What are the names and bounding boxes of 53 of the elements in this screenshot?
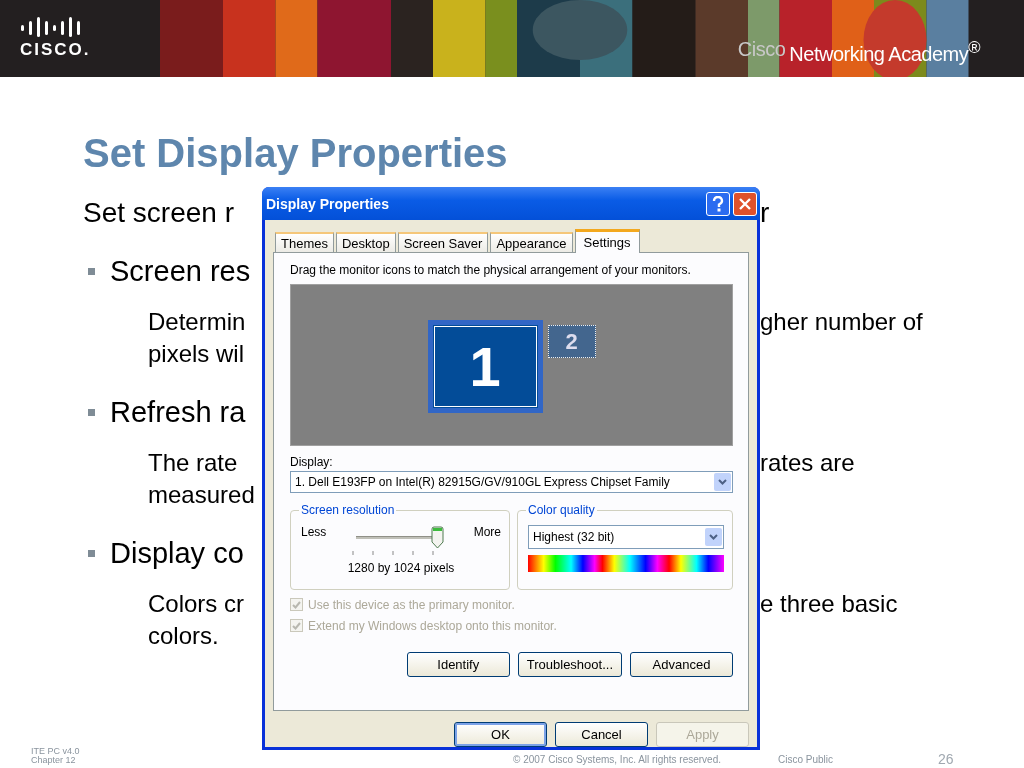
dialog-button[interactable]: OK (454, 722, 547, 747)
display-label: Display: (290, 455, 334, 469)
slide-text: pixels wil (148, 340, 245, 368)
tab[interactable]: Screen Saver (397, 232, 489, 252)
slide-text: Set screen r (83, 197, 234, 229)
action-button[interactable]: Troubleshoot... (517, 652, 622, 677)
chapter-label: Chapter 12 (31, 756, 77, 765)
bullet-icon (88, 549, 95, 557)
monitor-icon[interactable]: 1 (427, 320, 543, 413)
slide-text: Screen res (110, 254, 251, 288)
copyright-text: © 2007 Cisco Systems, Inc. All rights reserved. (512, 753, 722, 765)
slide-text: Refresh ra (110, 395, 246, 429)
slide-text: Determin (148, 308, 246, 336)
course-label: ITE PC v4.0 (31, 747, 81, 756)
help-icon (711, 195, 725, 212)
action-button[interactable]: Advanced (630, 652, 733, 677)
logo-wordmark: CISCO. (20, 40, 91, 60)
color-quality-dropdown[interactable]: Highest (32 bit) (528, 525, 724, 549)
tab[interactable]: Desktop (335, 232, 396, 252)
bullet-icon (88, 408, 95, 416)
slider-thumb[interactable] (431, 526, 444, 549)
group-title: Screen resolution (299, 503, 397, 517)
window-title: Display Properties (266, 195, 389, 212)
slide-text: measured (148, 481, 255, 509)
resolution-value: 1280 by 1024 pixels (346, 561, 456, 575)
classification-label: Cisco Public (778, 753, 835, 765)
slide-text: colors. (148, 622, 219, 650)
tab[interactable]: Settings (574, 229, 640, 253)
slide-text: The rate (148, 449, 238, 477)
slide-text: Colors cr (148, 590, 244, 618)
slide-text: rates are (760, 449, 855, 477)
checkbox-label: Use this device as the primary monitor. (308, 597, 515, 612)
bullet-icon (88, 267, 95, 275)
instruction-text: Drag the monitor icons to match the physical arrangement of your monitors. (290, 263, 692, 277)
action-button[interactable]: Identify (406, 652, 510, 677)
slide-text: e three basic (760, 590, 898, 618)
slide-text: r (760, 197, 770, 229)
group-title: Color quality (526, 503, 597, 517)
tab[interactable]: Themes (275, 232, 334, 252)
display-dropdown[interactable]: 1. Dell E193FP on Intel(R) 82915G/GV/910GL Express Chipset Family (290, 471, 733, 493)
close-icon (739, 197, 751, 210)
page-number: 26 (938, 751, 954, 767)
slide-text: Display co (110, 536, 244, 570)
more-label: More (473, 525, 501, 539)
less-label: Less (301, 525, 327, 539)
tab[interactable]: Appearance (490, 232, 573, 252)
slide-text: gher number of (760, 308, 923, 336)
monitor-icon[interactable]: 2 (547, 325, 596, 358)
slide-title: Set Display Properties (83, 130, 509, 177)
help-button[interactable] (706, 191, 730, 216)
close-button[interactable] (733, 191, 757, 216)
checkbox-label: Extend my Windows desktop onto this monitor. (308, 618, 557, 633)
dialog-button[interactable]: Cancel (555, 722, 648, 747)
